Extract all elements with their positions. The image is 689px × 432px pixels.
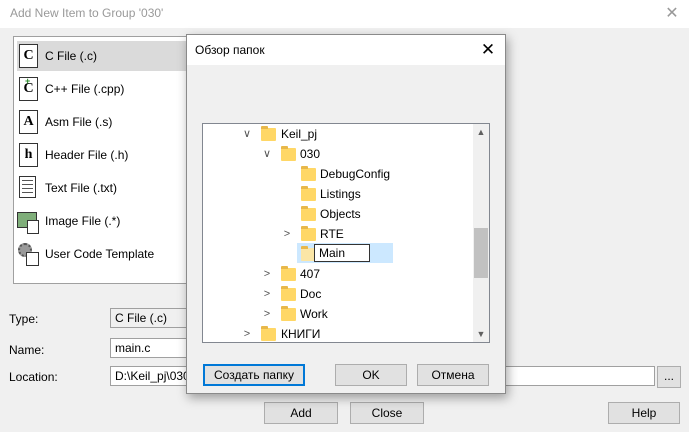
folder-icon	[281, 146, 296, 161]
tree-node-407[interactable]: > 407	[203, 264, 473, 284]
tree-node-listings[interactable]: Listings	[203, 184, 473, 204]
template-item-c-file[interactable]: C C File (.c)	[17, 41, 193, 71]
tree-node-label: Work	[300, 307, 328, 321]
tree-node-work[interactable]: > Work	[203, 304, 473, 324]
folder-icon	[261, 126, 276, 141]
scroll-thumb[interactable]	[474, 228, 488, 278]
outer-close-icon[interactable]: ✕	[660, 3, 684, 25]
c-file-icon: C	[17, 43, 39, 69]
folder-icon	[301, 206, 316, 221]
tree-node-label: Keil_pj	[281, 127, 318, 141]
template-item-user-code[interactable]: User Code Template	[17, 239, 193, 269]
template-label: User Code Template	[45, 247, 155, 261]
folder-icon	[281, 266, 296, 281]
folder-icon	[281, 286, 296, 301]
ok-button[interactable]: OK	[335, 364, 407, 386]
user-code-template-icon	[17, 241, 39, 267]
outer-dialog-title: Add New Item to Group '030'	[10, 6, 164, 20]
template-item-cpp-file[interactable]: C + C++ File (.cpp)	[17, 74, 193, 104]
add-button[interactable]: Add	[264, 402, 338, 424]
tree-node-doc[interactable]: > Doc	[203, 284, 473, 304]
folder-icon	[281, 306, 296, 321]
folder-icon	[301, 166, 316, 181]
folder-icon	[301, 186, 316, 201]
template-label: Asm File (.s)	[45, 115, 113, 129]
template-item-text-file[interactable]: Text File (.txt)	[17, 173, 193, 203]
tree-node-label: DebugConfig	[320, 167, 391, 181]
template-label: C File (.c)	[45, 49, 97, 63]
template-item-asm-file[interactable]: A Asm File (.s)	[17, 107, 193, 137]
browse-button[interactable]: ...	[657, 366, 681, 388]
tree-node-label: RTE	[320, 227, 344, 241]
location-label: Location:	[9, 370, 58, 384]
chevron-right-icon[interactable]: >	[241, 324, 253, 342]
scroll-down-icon[interactable]: ▼	[473, 326, 489, 342]
tree-node-objects[interactable]: Objects	[203, 204, 473, 224]
template-label: Image File (.*)	[45, 214, 121, 228]
cancel-button[interactable]: Отмена	[417, 364, 489, 386]
template-list[interactable]: C C File (.c) C + C++ File (.cpp) A Asm F…	[13, 36, 195, 284]
new-folder-button[interactable]: Создать папку	[203, 364, 305, 386]
type-label: Type:	[9, 312, 39, 326]
tree-scrollbar[interactable]: ▲ ▼	[473, 124, 489, 342]
asm-file-icon: A	[17, 109, 39, 135]
folder-dialog-close-icon[interactable]: ✕	[477, 39, 499, 61]
tree-node-label: 407	[300, 267, 321, 281]
template-label: C++ File (.cpp)	[45, 82, 125, 96]
template-item-header-file[interactable]: h Header File (.h)	[17, 140, 193, 170]
chevron-down-icon[interactable]: ∨	[261, 144, 273, 164]
template-label: Text File (.txt)	[45, 181, 118, 195]
type-field: C File (.c)	[110, 308, 190, 328]
folder-icon	[261, 326, 276, 341]
folder-dialog-title: Обзор папок	[195, 43, 265, 57]
scroll-up-icon[interactable]: ▲	[473, 124, 489, 140]
image-file-icon	[17, 208, 39, 234]
tree-node-knigi[interactable]: > КНИГИ	[203, 324, 473, 342]
name-field[interactable]: main.c	[110, 338, 190, 358]
folder-icon	[301, 226, 316, 241]
tree-node-keil-pj[interactable]: ∨ Keil_pj	[203, 124, 473, 144]
tree-node-label: Doc	[300, 287, 322, 301]
chevron-right-icon[interactable]: >	[281, 224, 293, 244]
tree-node-label: КНИГИ	[281, 327, 321, 341]
text-file-icon	[17, 175, 39, 201]
cpp-file-icon: C +	[17, 76, 39, 102]
tree-node-label: Listings	[320, 187, 361, 201]
header-file-icon: h	[17, 142, 39, 168]
tree-node-rte[interactable]: > RTE	[203, 224, 473, 244]
close-button[interactable]: Close	[350, 402, 424, 424]
template-item-image-file[interactable]: Image File (.*)	[17, 206, 193, 236]
template-label: Header File (.h)	[45, 148, 129, 162]
folder-tree[interactable]: ∨ Keil_pj ∨ 030 DebugConfig Listings Obj…	[202, 123, 490, 343]
tree-node-debugconfig[interactable]: DebugConfig	[203, 164, 473, 184]
tree-node-label: 030	[300, 147, 321, 161]
tree-node-030[interactable]: ∨ 030	[203, 144, 473, 164]
chevron-right-icon[interactable]: >	[261, 264, 273, 284]
help-button[interactable]: Help	[608, 402, 680, 424]
chevron-down-icon[interactable]: ∨	[241, 124, 253, 144]
chevron-right-icon[interactable]: >	[261, 304, 273, 324]
folder-browse-dialog: Обзор папок ✕ ∨ Keil_pj ∨ 030 DebugConfi…	[186, 34, 506, 394]
chevron-right-icon[interactable]: >	[261, 284, 273, 304]
folder-name-edit-input[interactable]: Main	[314, 244, 370, 262]
name-label: Name:	[9, 343, 45, 357]
tree-node-label: Objects	[320, 207, 361, 221]
